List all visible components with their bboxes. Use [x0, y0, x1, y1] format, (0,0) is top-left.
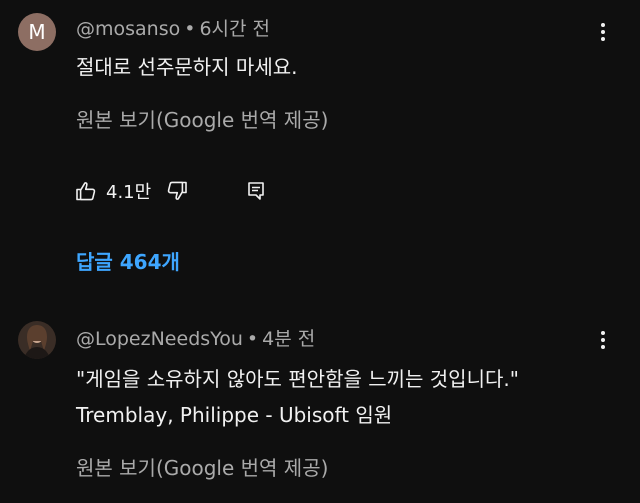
comment-actions: 4.1만 [74, 178, 268, 204]
comment-timestamp[interactable]: 4분 전 [262, 328, 315, 350]
avatar[interactable]: M [18, 13, 56, 51]
comment-timestamp[interactable]: 6시간 전 [199, 18, 270, 40]
author-name[interactable]: @mosanso [76, 18, 180, 40]
thumbs-up-icon[interactable] [74, 179, 98, 203]
author-name[interactable]: @LopezNeedsYou [76, 328, 243, 350]
comment-item: M @mosanso • 6시간 전 절대로 선주문하지 마세요. 원본 보기(Go… [0, 0, 640, 290]
reply-comment-icon[interactable] [244, 179, 268, 203]
more-vert-icon[interactable] [591, 20, 615, 44]
avatar-letter: M [28, 20, 46, 44]
avatar[interactable] [18, 321, 56, 359]
avatar-photo-icon [18, 321, 56, 359]
replies-button[interactable]: 답글 464개 [76, 246, 180, 275]
see-original-link[interactable]: 원본 보기(Google 번역 제공) [76, 452, 328, 481]
comment-text-line: "게임을 소유하지 않아도 편안함을 느끼는 것입니다." [76, 367, 519, 391]
comment-text-line: Tremblay, Philippe - Ubisoft 임원 [76, 403, 393, 427]
comment-item: @LopezNeedsYou • 4분 전 "게임을 소유하지 않아도 편안함을 느… [0, 310, 640, 503]
more-vert-icon[interactable] [591, 328, 615, 352]
like-count: 4.1만 [106, 182, 152, 203]
separator-dot: • [246, 328, 259, 350]
see-original-link[interactable]: 원본 보기(Google 번역 제공) [76, 104, 328, 133]
comment-header: @LopezNeedsYou • 4분 전 [76, 324, 315, 351]
thumbs-down-icon[interactable] [165, 179, 189, 203]
comment-text: 절대로 선주문하지 마세요. [76, 55, 298, 79]
comment-header: @mosanso • 6시간 전 [76, 14, 270, 41]
separator-dot: • [184, 18, 196, 40]
